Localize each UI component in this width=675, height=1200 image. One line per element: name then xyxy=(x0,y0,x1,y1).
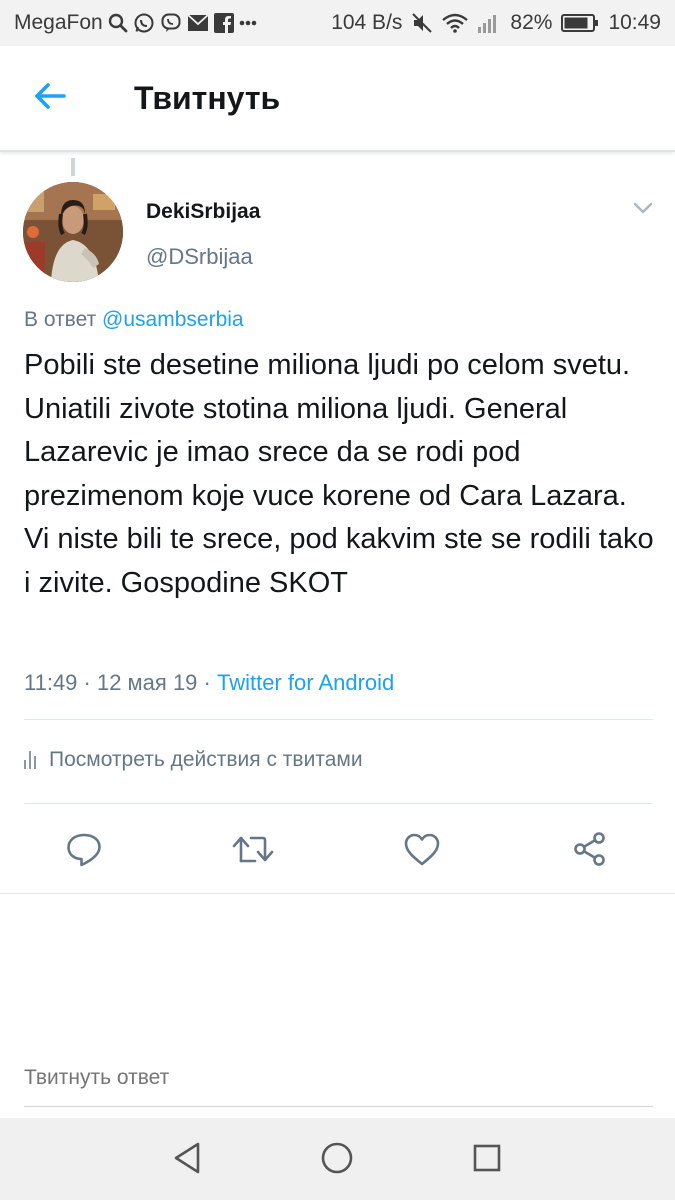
clock: 10:49 xyxy=(608,11,661,34)
system-home-button[interactable] xyxy=(315,1138,359,1182)
share-icon xyxy=(571,830,609,873)
tweet-timestamp: 11:49 · 12 мая 19 · xyxy=(24,670,217,695)
status-bar: MegaFon 104 B/s 82% 10:49 xyxy=(0,0,675,46)
viber-icon xyxy=(160,12,182,34)
system-nav-bar xyxy=(0,1118,675,1200)
author-name[interactable]: DekiSrbijaa xyxy=(146,200,260,224)
search-icon xyxy=(108,13,128,33)
chevron-down-icon xyxy=(633,201,653,219)
view-tweet-activity[interactable]: Посмотреть действия с твитами xyxy=(24,748,363,772)
retweet-icon xyxy=(231,830,275,873)
tweet-meta: 11:49 · 12 мая 19 · Twitter for Android xyxy=(24,670,394,696)
carrier-label: MegaFon xyxy=(14,11,103,34)
divider xyxy=(0,893,675,894)
wifi-icon xyxy=(442,13,469,33)
arrow-left-icon xyxy=(33,82,67,115)
app-header: Твитнуть xyxy=(0,46,675,152)
reply-input[interactable] xyxy=(24,1066,653,1090)
reply-context: В ответ @usambserbia xyxy=(24,308,244,332)
reply-prefix: В ответ xyxy=(24,308,97,331)
divider xyxy=(24,803,653,804)
signal-icon xyxy=(477,12,501,34)
analytics-icon xyxy=(24,751,36,769)
back-button[interactable] xyxy=(0,46,100,150)
system-back-button[interactable] xyxy=(165,1138,209,1182)
home-circle-icon xyxy=(320,1141,354,1180)
retweet-button[interactable] xyxy=(230,828,276,874)
reply-to-link[interactable]: @usambserbia xyxy=(102,308,244,331)
tweet-source-link[interactable]: Twitter for Android xyxy=(217,670,394,695)
net-speed-label: 104 B/s xyxy=(331,11,403,34)
recents-square-icon xyxy=(472,1143,502,1178)
divider xyxy=(24,719,653,720)
tweet-menu-button[interactable] xyxy=(628,196,658,224)
like-icon xyxy=(403,831,441,872)
tweet-text: Pobili ste desetine miliona ljudi po cel… xyxy=(24,349,654,599)
reply-icon xyxy=(65,830,103,873)
thread-connector xyxy=(71,158,75,176)
more-dots-icon xyxy=(239,20,257,26)
battery-icon xyxy=(561,13,599,33)
author-handle[interactable]: @DSrbijaa xyxy=(146,244,253,270)
whatsapp-icon xyxy=(133,12,155,34)
facebook-icon xyxy=(213,13,234,33)
reply-button[interactable] xyxy=(61,828,107,874)
system-recents-button[interactable] xyxy=(465,1138,509,1182)
tweet-actions xyxy=(0,820,675,880)
mute-icon xyxy=(411,12,433,34)
activity-label: Посмотреть действия с твитами xyxy=(49,748,363,771)
back-triangle-icon xyxy=(171,1141,203,1180)
like-button[interactable] xyxy=(399,828,445,874)
page-title: Твитнуть xyxy=(134,79,281,116)
reply-composer xyxy=(0,1036,675,1116)
avatar[interactable] xyxy=(23,182,123,282)
mail-icon xyxy=(187,14,209,32)
share-button[interactable] xyxy=(567,828,613,874)
battery-percent: 82% xyxy=(510,11,553,34)
reply-underline xyxy=(24,1106,653,1107)
